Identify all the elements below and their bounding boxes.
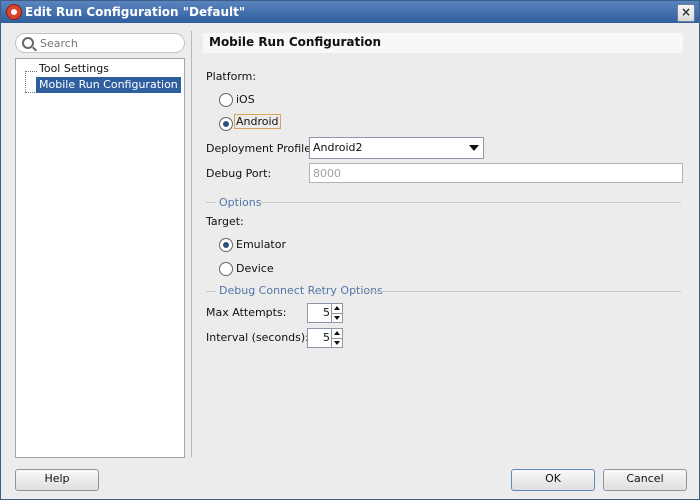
window-title: Edit Run Configuration "Default" — [25, 5, 246, 19]
deployment-profile-label: Deployment Profile: — [206, 142, 315, 155]
debug-port-value: 8000 — [313, 167, 341, 180]
decrease-icon[interactable] — [332, 338, 342, 347]
app-icon — [6, 4, 22, 20]
ok-button[interactable]: OK — [511, 469, 595, 491]
target-label: Target: — [206, 215, 244, 228]
decrease-icon[interactable] — [332, 313, 342, 322]
settings-header: Mobile Run Configuration — [203, 33, 683, 53]
panel-divider — [191, 31, 192, 457]
android-radio[interactable] — [219, 117, 233, 131]
search-icon — [22, 37, 34, 49]
navigation-tree: Tool Settings Mobile Run Configuration — [15, 58, 185, 458]
stepper-buttons — [331, 329, 342, 347]
options-title: Options — [219, 196, 262, 209]
section-divider — [261, 202, 681, 203]
max-attempts-value: 5 — [323, 306, 330, 319]
max-attempts-label: Max Attempts: — [206, 306, 287, 319]
stepper-buttons — [331, 304, 342, 322]
tree-connector — [25, 71, 27, 92]
close-icon[interactable]: × — [677, 4, 695, 22]
cancel-button[interactable]: Cancel — [603, 469, 687, 491]
help-button[interactable]: Help — [15, 469, 99, 491]
deployment-profile-value: Android2 — [313, 141, 363, 154]
sidebar-item-mobile-run-configuration[interactable]: Mobile Run Configuration — [36, 77, 181, 93]
page-title: Mobile Run Configuration — [209, 35, 382, 49]
android-label: Android — [234, 114, 281, 129]
section-divider — [206, 202, 216, 203]
search-input[interactable] — [38, 35, 182, 51]
emulator-label: Emulator — [236, 238, 286, 251]
ios-radio[interactable] — [219, 93, 233, 107]
interval-stepper[interactable]: 5 — [307, 328, 343, 348]
dialog-content: Tool Settings Mobile Run Configuration M… — [1, 23, 699, 499]
dropdown-arrow-icon — [469, 145, 479, 151]
debug-port-label: Debug Port: — [206, 167, 272, 180]
device-label: Device — [236, 262, 274, 275]
debug-connect-retry-title: Debug Connect Retry Options — [219, 284, 383, 297]
search-box[interactable] — [15, 33, 185, 53]
interval-value: 5 — [323, 331, 330, 344]
max-attempts-stepper[interactable]: 5 — [307, 303, 343, 323]
ios-label: iOS — [236, 93, 255, 106]
title-bar: Edit Run Configuration "Default" × — [1, 1, 699, 23]
emulator-radio[interactable] — [219, 238, 233, 252]
section-divider — [366, 291, 681, 292]
platform-label: Platform: — [206, 70, 257, 83]
debug-port-field[interactable]: 8000 — [309, 163, 683, 183]
device-radio[interactable] — [219, 262, 233, 276]
sidebar-item-tool-settings[interactable]: Tool Settings — [36, 61, 112, 77]
section-divider — [206, 291, 216, 292]
edit-run-configuration-window: Edit Run Configuration "Default" × Tool … — [0, 0, 700, 500]
interval-label: Interval (seconds): — [206, 331, 309, 344]
deployment-profile-select[interactable]: Android2 — [309, 137, 484, 159]
